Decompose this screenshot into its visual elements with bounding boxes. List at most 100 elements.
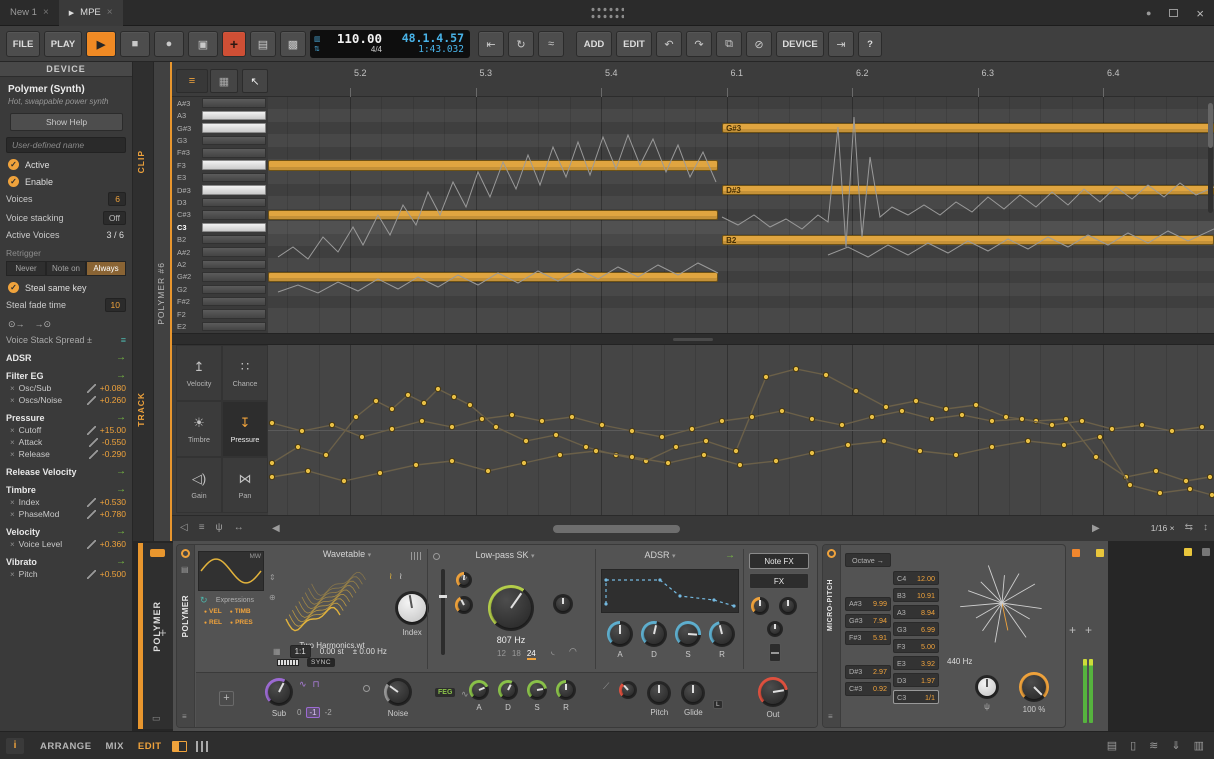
sub-octave--1[interactable]: -1 (306, 707, 319, 718)
device-expand-icon[interactable]: ≡ (182, 712, 187, 721)
pitch-value[interactable]: 10.91 (917, 591, 935, 600)
expression-tab-gain[interactable]: ◁)Gain (176, 457, 222, 513)
piano-key-a#2[interactable]: A#2 (172, 246, 268, 258)
semitone-detune-value[interactable]: 0.00 st (320, 647, 344, 656)
retrigger-option-always[interactable]: Always (86, 261, 126, 276)
micropitch-f3[interactable]: F35.00 (893, 639, 939, 653)
device-panel-icon[interactable]: ▤ (181, 565, 189, 574)
device-rename-input[interactable]: User-defined name (6, 137, 126, 153)
remove-icon[interactable]: × (10, 438, 15, 447)
mod-section-filter-eg[interactable]: Filter EG→ (6, 370, 126, 381)
pitch-value[interactable]: 9.99 (873, 599, 887, 608)
mod-target-osc-sub[interactable]: ×Osc/Sub+0.080 (10, 383, 126, 393)
mod-amount[interactable]: -0.290 (102, 449, 126, 459)
piano-key-e3[interactable]: E3 (172, 171, 268, 183)
mod-amount[interactable]: +0.500 (100, 569, 126, 579)
ruler-beat-label[interactable]: 5.4 (605, 68, 618, 78)
param-value[interactable]: 3 / 6 (106, 230, 126, 240)
punch-in-icon[interactable]: ⇤ (478, 31, 504, 57)
fx-send-knob[interactable] (751, 597, 769, 615)
keytrack-icon[interactable] (277, 659, 299, 666)
amp-sustain-knob[interactable] (675, 621, 701, 647)
pointer-tool-icon[interactable]: ↖ (242, 69, 268, 93)
mod-target-cutoff[interactable]: ×Cutoff+15.00 (10, 425, 126, 435)
piano-key-f#2[interactable]: F#2 (172, 296, 268, 308)
phase-icon[interactable]: ⊕ (269, 593, 276, 602)
copy-icon[interactable]: ⧉ (716, 31, 742, 57)
remove-icon[interactable]: × (10, 570, 15, 579)
audition-icon[interactable]: ◁ (180, 522, 188, 533)
timb-tag[interactable]: TIMB (230, 608, 251, 615)
amp-attack-knob[interactable] (607, 621, 633, 647)
glide-mode-badge[interactable]: L (713, 700, 723, 709)
amp-release-knob[interactable] (709, 621, 735, 647)
param-value[interactable]: 6 (108, 192, 126, 206)
piano-key-g#2[interactable]: G#2 (172, 271, 268, 283)
mod-section-pressure[interactable]: Pressure→ (6, 412, 126, 423)
wavetable-visualization[interactable] (280, 567, 372, 639)
reference-frequency-value[interactable]: 440 Hz (947, 657, 972, 666)
filter-env-shape-icon[interactable]: ∿ (461, 689, 469, 700)
key-bar[interactable] (202, 185, 266, 195)
zoom-v-icon[interactable]: ↕ (1203, 522, 1208, 533)
timeline-ruler[interactable]: 5.25.35.46.16.26.36.4 (268, 62, 1214, 97)
key-bar[interactable] (202, 198, 266, 208)
pitch-value[interactable]: 5.00 (921, 642, 935, 651)
micropitch-c4[interactable]: C412.00 (893, 571, 939, 585)
key-bar[interactable] (202, 235, 266, 245)
piano-key-c#3[interactable]: C#3 (172, 209, 268, 221)
add-oscillator-button[interactable]: + (219, 691, 234, 706)
filter-cutoff-knob[interactable] (488, 585, 534, 631)
mixer-strips-icon[interactable] (196, 741, 208, 752)
device-power-icon[interactable] (181, 549, 190, 558)
key-bar[interactable] (202, 210, 266, 220)
micropitch-d#3[interactable]: D#32.97 (845, 665, 891, 679)
piano-key-f2[interactable]: F2 (172, 308, 268, 320)
mod-target-voice-level[interactable]: ×Voice Level+0.360 (10, 539, 126, 549)
ruler-beat-label[interactable]: 5.3 (480, 68, 493, 78)
hz-detune-value[interactable]: 0.00 Hz (359, 647, 387, 656)
add-device-button[interactable]: + (1069, 623, 1076, 637)
piano-key-a3[interactable]: A3 (172, 109, 268, 121)
mod-amount[interactable]: +0.080 (100, 383, 126, 393)
clip-launcher-icon[interactable]: ▩ (280, 31, 306, 57)
micropitch-g#3[interactable]: G#37.94 (845, 614, 891, 628)
piano-key-c3[interactable]: C3 (172, 221, 268, 233)
automation-follow-icon[interactable]: ≈ (538, 31, 564, 57)
active-toggle[interactable]: ✓ Active (8, 159, 124, 170)
fold-keys-icon[interactable]: ▦ (210, 69, 238, 93)
focus-device-icon[interactable]: ⇥ (828, 31, 854, 57)
layered-edit-icon[interactable]: ≡ (199, 522, 205, 533)
transport-stop-button[interactable]: ■ (120, 31, 150, 57)
remove-icon[interactable]: × (10, 384, 15, 393)
file-menu-button[interactable]: FILE (6, 31, 40, 57)
pitch-env-knob[interactable] (619, 681, 637, 699)
phase-spread-icon[interactable]: ≀ (399, 571, 402, 582)
remove-icon[interactable]: × (10, 396, 15, 405)
dual-pane-icon[interactable] (172, 741, 187, 752)
ruler-beat-label[interactable]: 6.1 (731, 68, 744, 78)
vertical-scrollbar[interactable] (1208, 103, 1213, 213)
bandpass-shape-icon[interactable]: ◠ (569, 646, 577, 657)
filter-slope-24[interactable]: 24 (527, 649, 536, 660)
ruler-beat-label[interactable]: 6.4 (1107, 68, 1120, 78)
pitch-knob[interactable] (647, 681, 671, 705)
layers-icon[interactable]: ≋ (1149, 739, 1158, 752)
key-bar[interactable] (202, 223, 266, 233)
mod-section-timbre[interactable]: Timbre→ (6, 484, 126, 495)
key-bar[interactable] (202, 260, 266, 270)
piano-key-g3[interactable]: G3 (172, 134, 268, 146)
filter-type-selector[interactable]: Low-pass SK ▾ (439, 550, 571, 560)
ratio-value[interactable]: 1:1 (290, 645, 311, 658)
mod-section-release-velocity[interactable]: Release Velocity→ (6, 466, 126, 477)
pitch-value[interactable]: 2.97 (873, 667, 887, 676)
tuning-amount-knob[interactable] (1019, 672, 1049, 702)
note-editor-mode-icon[interactable]: ≡ (176, 69, 208, 93)
param-row-voice-stacking[interactable]: Voice stackingOff (6, 211, 126, 225)
song-position-time[interactable]: 1:43.032 (382, 44, 464, 55)
mod-amount[interactable]: -0.550 (102, 437, 126, 447)
project-tab-mpe[interactable]: ▶ MPE × (59, 0, 123, 26)
view-tab-arrange[interactable]: ARRANGE (40, 741, 92, 752)
track-section-tab[interactable]: TRACK (136, 392, 146, 427)
sub-octave--2[interactable]: -2 (325, 708, 332, 717)
